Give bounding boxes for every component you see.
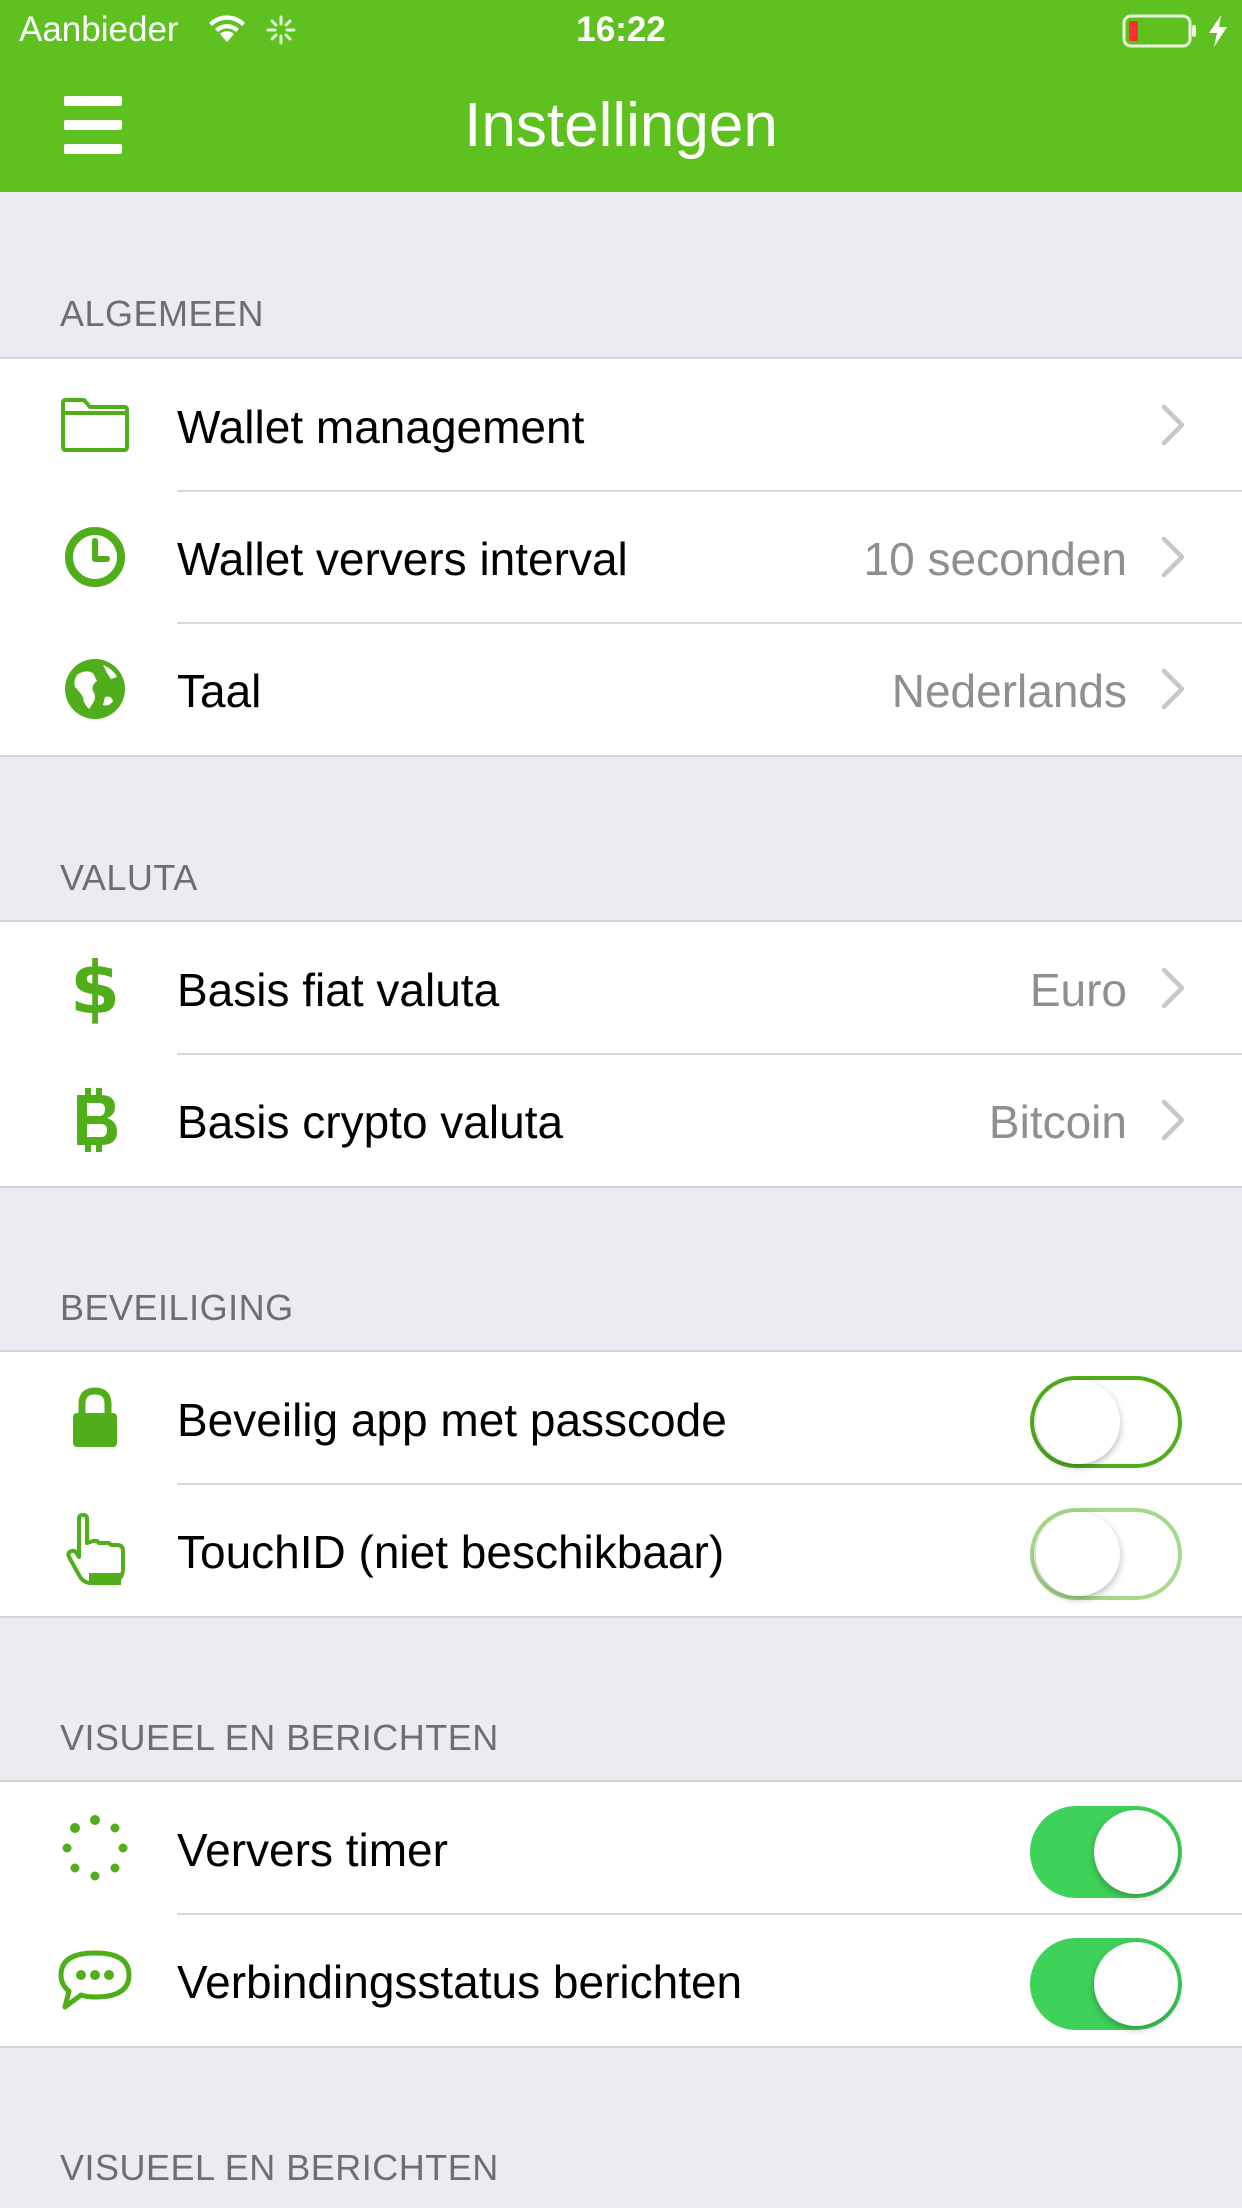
row-label: Ververs timer [177, 1824, 448, 1876]
pointing-hand-icon [54, 1513, 136, 1585]
bitcoin-icon [54, 1085, 136, 1155]
clock-icon [54, 522, 136, 592]
settings-group-currency: $ Basis fiat valuta Euro Basis crypto va… [0, 920, 1242, 1188]
row-connection-status: Verbindingsstatus berichten [0, 1913, 1242, 2046]
row-refresh-interval[interactable]: Wallet ververs interval 10 seconden [0, 490, 1242, 623]
charging-icon [1209, 15, 1227, 47]
row-passcode: Beveilig app met passcode [0, 1352, 1242, 1484]
page-title: Instellingen [464, 91, 778, 160]
settings-group-general: Wallet management Wallet ververs interva… [0, 357, 1242, 757]
navigation-bar: Instellingen [0, 62, 1242, 192]
passcode-toggle[interactable] [1030, 1376, 1182, 1468]
battery-icon [1122, 14, 1196, 48]
chevron-right-icon [1161, 668, 1185, 710]
chevron-right-icon [1161, 536, 1185, 578]
speech-bubble-icon [54, 1945, 136, 2015]
chevron-right-icon [1161, 1099, 1185, 1141]
row-touchid: TouchID (niet beschikbaar) [0, 1483, 1242, 1616]
row-label: Wallet ververs interval [177, 533, 628, 585]
section-header-security: BEVEILIGING [60, 1287, 294, 1328]
dollar-icon: $ [54, 951, 136, 1025]
section-header-general: ALGEMEEN [60, 293, 265, 334]
touchid-toggle[interactable] [1030, 1508, 1182, 1600]
connection-status-toggle[interactable] [1030, 1938, 1182, 2030]
dotted-spinner-icon [54, 1813, 136, 1883]
row-fiat-currency[interactable]: $ Basis fiat valuta Euro [0, 922, 1242, 1054]
row-wallet-management[interactable]: Wallet management [0, 359, 1242, 491]
chevron-right-icon [1161, 404, 1185, 446]
chevron-right-icon [1161, 967, 1185, 1009]
section-header-currency: VALUTA [60, 857, 198, 898]
row-value: Nederlands [891, 665, 1127, 717]
svg-text:$: $ [70, 951, 120, 1025]
section-header-visual-2: VISUEEL EN BERICHTEN [60, 2147, 499, 2188]
row-value: Euro [1029, 964, 1127, 1016]
settings-group-security: Beveilig app met passcode TouchID (niet … [0, 1350, 1242, 1618]
row-refresh-timer: Ververs timer [0, 1782, 1242, 1914]
row-crypto-currency[interactable]: Basis crypto valuta Bitcoin [0, 1053, 1242, 1186]
status-bar: Aanbieder 16:22 [0, 0, 1242, 62]
row-label: Taal [177, 665, 262, 717]
row-label: TouchID (niet beschikbaar) [177, 1526, 725, 1578]
row-label: Wallet management [177, 401, 585, 453]
section-header-visual: VISUEEL EN BERICHTEN [60, 1717, 499, 1758]
settings-group-visual: Ververs timer Verbindingsstatus berichte… [0, 1780, 1242, 2048]
folder-icon [54, 390, 136, 460]
row-label: Verbindingsstatus berichten [177, 1956, 743, 2008]
row-label: Beveilig app met passcode [177, 1394, 727, 1446]
status-time: 16:22 [576, 10, 666, 49]
row-label: Basis fiat valuta [177, 964, 500, 1016]
lock-icon [54, 1383, 136, 1453]
row-label: Basis crypto valuta [177, 1096, 564, 1148]
globe-icon [54, 654, 136, 724]
row-value: Bitcoin [988, 1096, 1127, 1148]
refresh-timer-toggle[interactable] [1030, 1806, 1182, 1898]
row-value: 10 seconden [863, 533, 1127, 585]
row-language[interactable]: Taal Nederlands [0, 622, 1242, 755]
